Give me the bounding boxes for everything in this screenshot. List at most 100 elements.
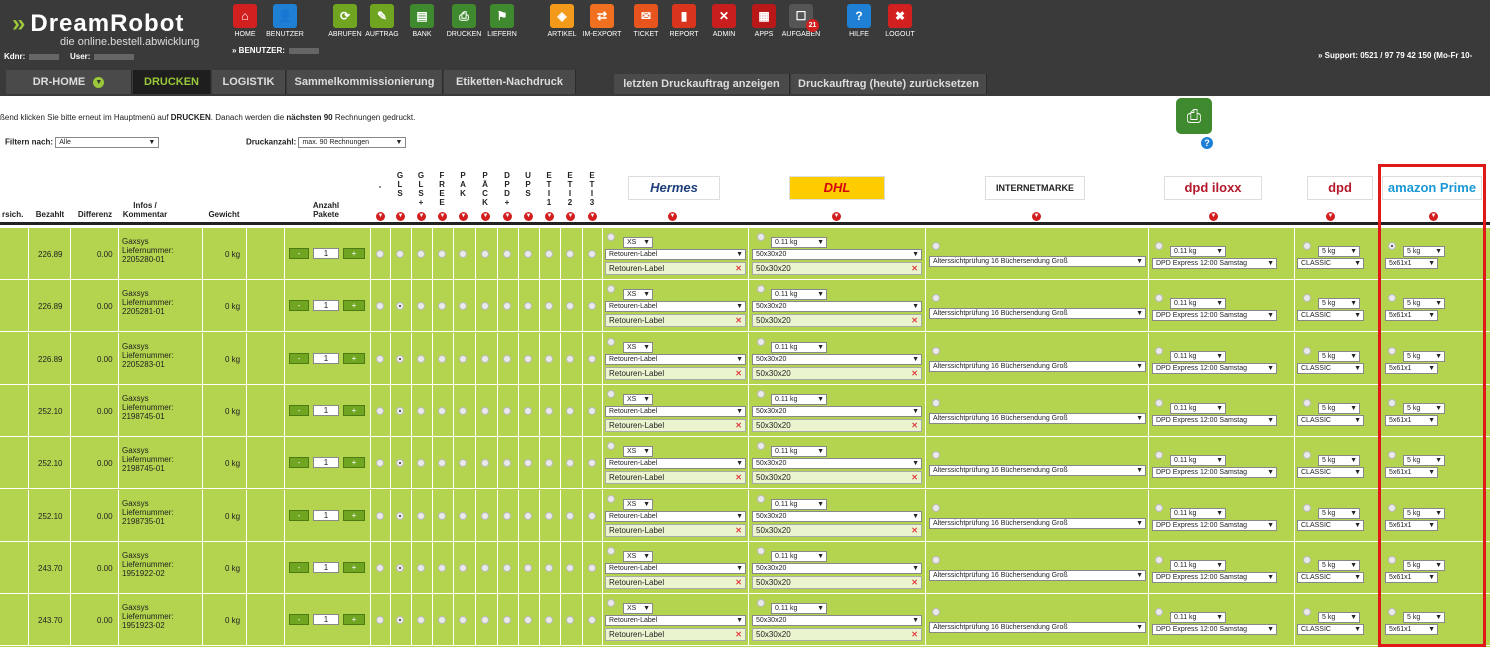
iloxx-radio[interactable] xyxy=(1155,294,1163,303)
carrier-radio[interactable] xyxy=(459,406,467,415)
clear-icon[interactable]: ✕ xyxy=(911,525,918,536)
dpd-radio[interactable] xyxy=(1303,503,1311,512)
amazon-radio[interactable] xyxy=(1388,555,1396,564)
package-count[interactable]: 1 xyxy=(313,404,339,416)
sort-down-icon[interactable]: ▼ xyxy=(668,212,677,221)
carrier-radio[interactable] xyxy=(588,563,596,572)
internetmarke-radio[interactable] xyxy=(932,503,940,512)
clear-icon[interactable]: ✕ xyxy=(911,577,918,588)
hermes-size-select[interactable]: XS xyxy=(623,603,653,615)
iloxx-radio[interactable] xyxy=(1155,503,1163,512)
amazon-radio[interactable] xyxy=(1388,608,1396,617)
tab-etiketten-nachdruck[interactable]: Etiketten-Nachdruck xyxy=(444,70,576,94)
carrier-radio[interactable] xyxy=(503,302,511,311)
carrier-logo-amazon-prime[interactable]: amazon Prime xyxy=(1382,176,1482,200)
carrier-radio[interactable] xyxy=(396,511,404,520)
carrier-radio[interactable] xyxy=(481,250,489,258)
carrier-radio[interactable] xyxy=(376,302,384,311)
carrier-radio[interactable] xyxy=(376,354,384,363)
dhl-size-select[interactable]: 50x30x20 xyxy=(752,510,922,522)
hermes-size-select[interactable]: XS xyxy=(623,550,653,562)
carrier-radio[interactable] xyxy=(524,302,532,311)
carrier-radio[interactable] xyxy=(417,511,425,520)
hermes-radio[interactable] xyxy=(607,546,615,555)
iloxx-radio[interactable] xyxy=(1155,451,1163,460)
sort-down-icon[interactable]: ▼ xyxy=(438,212,447,221)
carrier-radio[interactable] xyxy=(588,511,596,520)
dhl-size-input[interactable]: 50x30x20 ✕ xyxy=(752,366,922,380)
dpd-service-select[interactable]: CLASSIC xyxy=(1297,519,1364,531)
iloxx-radio[interactable] xyxy=(1155,242,1163,250)
clear-icon[interactable]: ✕ xyxy=(735,629,742,640)
carrier-radio[interactable] xyxy=(376,406,384,415)
dpd-weight-select[interactable]: 5 kg xyxy=(1318,559,1360,571)
dhl-radio[interactable] xyxy=(757,599,765,608)
dhl-weight-select[interactable]: 0.11 kg xyxy=(771,393,827,405)
nav-aufgaben[interactable]: ☐ 21 AUFGABEN xyxy=(781,4,821,38)
last-print-job-button[interactable]: letzten Druckauftrag anzeigen xyxy=(614,74,790,94)
clear-icon[interactable]: ✕ xyxy=(735,368,742,379)
dpd-service-select[interactable]: CLASSIC xyxy=(1297,571,1364,583)
dhl-size-input[interactable]: 50x30x20 ✕ xyxy=(752,418,922,432)
dhl-radio[interactable] xyxy=(757,285,765,294)
hermes-label-select[interactable]: Retouren-Label xyxy=(605,458,746,470)
internetmarke-radio[interactable] xyxy=(932,242,940,250)
carrier-radio[interactable] xyxy=(438,406,446,415)
hermes-retour-input[interactable]: Retouren-Label ✕ xyxy=(605,628,746,642)
dpd-radio[interactable] xyxy=(1303,451,1311,460)
iloxx-weight-select[interactable]: 0.11 kg xyxy=(1170,246,1226,257)
internetmarke-radio[interactable] xyxy=(932,398,940,407)
sort-down-icon[interactable]: ▼ xyxy=(1209,212,1218,221)
iloxx-radio[interactable] xyxy=(1155,555,1163,564)
carrier-radio[interactable] xyxy=(438,302,446,311)
increment-button[interactable]: + xyxy=(343,509,365,521)
iloxx-service-select[interactable]: DPD Express 12:00 Samstag xyxy=(1152,467,1277,479)
internetmarke-radio[interactable] xyxy=(932,451,940,460)
increment-button[interactable]: + xyxy=(343,404,365,416)
internetmarke-radio[interactable] xyxy=(932,346,940,355)
carrier-radio[interactable] xyxy=(376,563,384,572)
nav-hilfe[interactable]: ? HILFE xyxy=(839,4,879,38)
dhl-weight-select[interactable]: 0.11 kg xyxy=(771,341,827,353)
amazon-weight-select[interactable]: 5 kg xyxy=(1403,559,1445,571)
carrier-radio[interactable] xyxy=(481,511,489,520)
carrier-radio[interactable] xyxy=(545,250,553,258)
dpd-weight-select[interactable]: 5 kg xyxy=(1318,507,1360,519)
hermes-label-select[interactable]: Retouren-Label xyxy=(605,615,746,627)
carrier-radio[interactable] xyxy=(588,302,596,311)
dpd-service-select[interactable]: CLASSIC xyxy=(1297,310,1364,322)
amazon-size-select[interactable]: 5x61x1 xyxy=(1385,258,1438,269)
internetmarke-select[interactable]: Alterssichtprüfung 16 Büchersendung Groß xyxy=(929,412,1146,424)
iloxx-weight-select[interactable]: 0.11 kg xyxy=(1170,350,1226,362)
carrier-radio[interactable] xyxy=(459,616,467,625)
carrier-radio[interactable] xyxy=(481,616,489,625)
hermes-retour-input[interactable]: Retouren-Label ✕ xyxy=(605,471,746,485)
carrier-radio[interactable] xyxy=(459,563,467,572)
carrier-radio[interactable] xyxy=(566,354,574,363)
dhl-radio[interactable] xyxy=(757,337,765,346)
hermes-retour-input[interactable]: Retouren-Label ✕ xyxy=(605,314,746,328)
clear-icon[interactable]: ✕ xyxy=(911,420,918,431)
internetmarke-radio[interactable] xyxy=(932,294,940,303)
internetmarke-select[interactable]: Alterssichtprüfung 16 Büchersendung Groß xyxy=(929,360,1146,372)
carrier-radio[interactable] xyxy=(524,563,532,572)
help-icon[interactable]: ? xyxy=(1201,137,1213,149)
carrier-radio[interactable] xyxy=(417,354,425,363)
print-button[interactable]: ⎙ xyxy=(1176,98,1212,134)
nav-report[interactable]: ▮ REPORT xyxy=(664,4,704,38)
carrier-radio[interactable] xyxy=(396,250,404,258)
amazon-size-select[interactable]: 5x61x1 xyxy=(1385,571,1438,583)
dhl-weight-select[interactable]: 0.11 kg xyxy=(771,603,827,615)
tab-logistik[interactable]: LOGISTIK xyxy=(212,70,286,94)
iloxx-weight-select[interactable]: 0.11 kg xyxy=(1170,559,1226,571)
carrier-radio[interactable] xyxy=(417,302,425,311)
clear-icon[interactable]: ✕ xyxy=(735,315,742,326)
nav-abrufen[interactable]: ⟳ ABRUFEN xyxy=(325,4,365,38)
carrier-radio[interactable] xyxy=(459,302,467,311)
carrier-logo-dhl[interactable]: DHL xyxy=(789,176,885,200)
hermes-size-select[interactable]: XS xyxy=(623,341,653,353)
hermes-label-select[interactable]: Retouren-Label xyxy=(605,353,746,365)
iloxx-service-select[interactable]: DPD Express 12:00 Samstag xyxy=(1152,571,1277,583)
nav-home[interactable]: ⌂ HOME xyxy=(225,4,265,38)
carrier-radio[interactable] xyxy=(588,406,596,415)
